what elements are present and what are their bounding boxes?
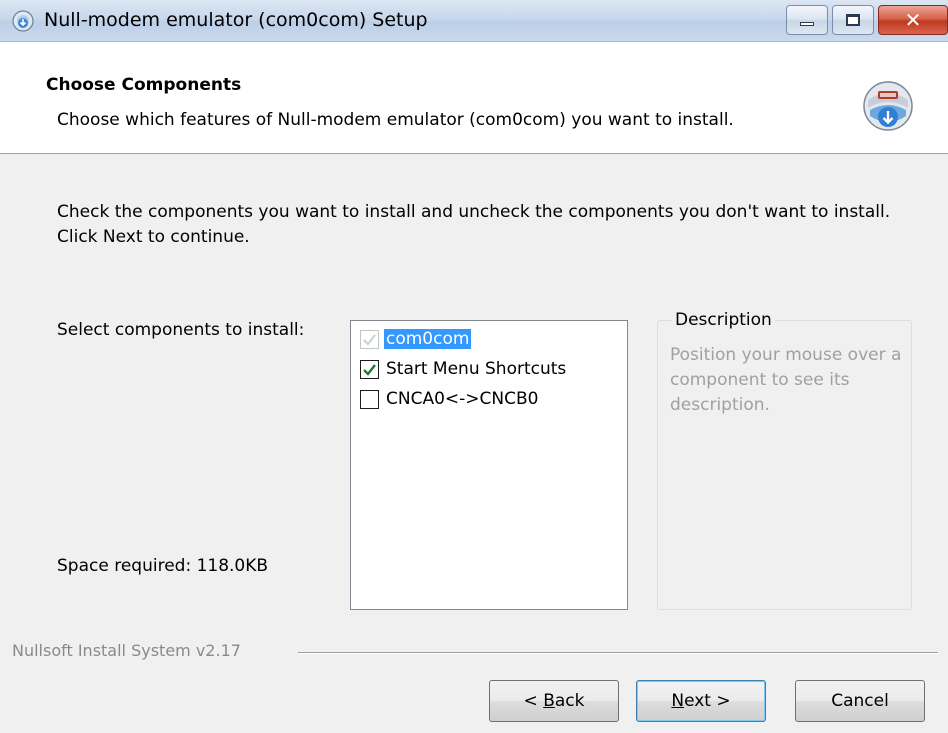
component-label: Start Menu Shortcuts xyxy=(386,359,567,379)
component-item-start-menu-shortcuts[interactable]: Start Menu Shortcuts xyxy=(360,357,568,381)
component-label: CNCA0<->CNCB0 xyxy=(386,389,539,409)
install-box-icon xyxy=(863,81,913,131)
cancel-button[interactable]: Cancel xyxy=(795,680,925,722)
intro-text: Check the components you want to install… xyxy=(57,202,891,247)
description-legend: Description xyxy=(672,310,775,330)
component-item-cnca0-cncb0[interactable]: CNCA0<->CNCB0 xyxy=(360,387,540,411)
component-item-com0com[interactable]: com0com xyxy=(360,327,472,351)
window-title: Null-modem emulator (com0com) Setup xyxy=(44,9,428,31)
page-title: Choose Components xyxy=(46,75,242,95)
checkbox-cnca0-cncb0[interactable] xyxy=(360,389,379,409)
back-button[interactable]: < Back xyxy=(489,680,619,722)
branding-text: Nullsoft Install System v2.17 xyxy=(12,641,241,660)
back-button-label: < Back xyxy=(523,691,585,711)
description-text: Position your mouse over a component to … xyxy=(670,345,902,415)
checkbox-start-menu-shortcuts[interactable] xyxy=(360,359,379,379)
select-components-label: Select components to install: xyxy=(57,320,305,340)
close-icon: ✕ xyxy=(904,8,922,32)
minimize-button[interactable] xyxy=(786,5,828,35)
close-button[interactable]: ✕ xyxy=(878,5,948,35)
component-label: com0com xyxy=(384,329,472,349)
next-button-label: Next > xyxy=(671,691,731,711)
title-bar[interactable]: Null-modem emulator (com0com) Setup ✕ xyxy=(0,0,948,42)
page-header: Choose Components Choose which features … xyxy=(0,42,948,154)
installer-disc-icon xyxy=(12,10,34,32)
page-subtitle: Choose which features of Null-modem emul… xyxy=(57,110,734,130)
maximize-icon xyxy=(846,14,860,26)
space-required-label: Space required: 118.0KB xyxy=(57,556,269,576)
footer-divider xyxy=(298,652,938,654)
check-icon xyxy=(363,363,376,376)
check-icon xyxy=(363,333,376,346)
minimize-icon xyxy=(800,22,814,26)
next-button[interactable]: Next > xyxy=(636,680,766,722)
checkbox-com0com[interactable] xyxy=(360,329,379,349)
components-tree[interactable]: com0com Start Menu Shortcuts CNCA0<->CNC… xyxy=(350,320,628,610)
cancel-button-label: Cancel xyxy=(831,691,889,711)
maximize-button[interactable] xyxy=(832,5,874,35)
